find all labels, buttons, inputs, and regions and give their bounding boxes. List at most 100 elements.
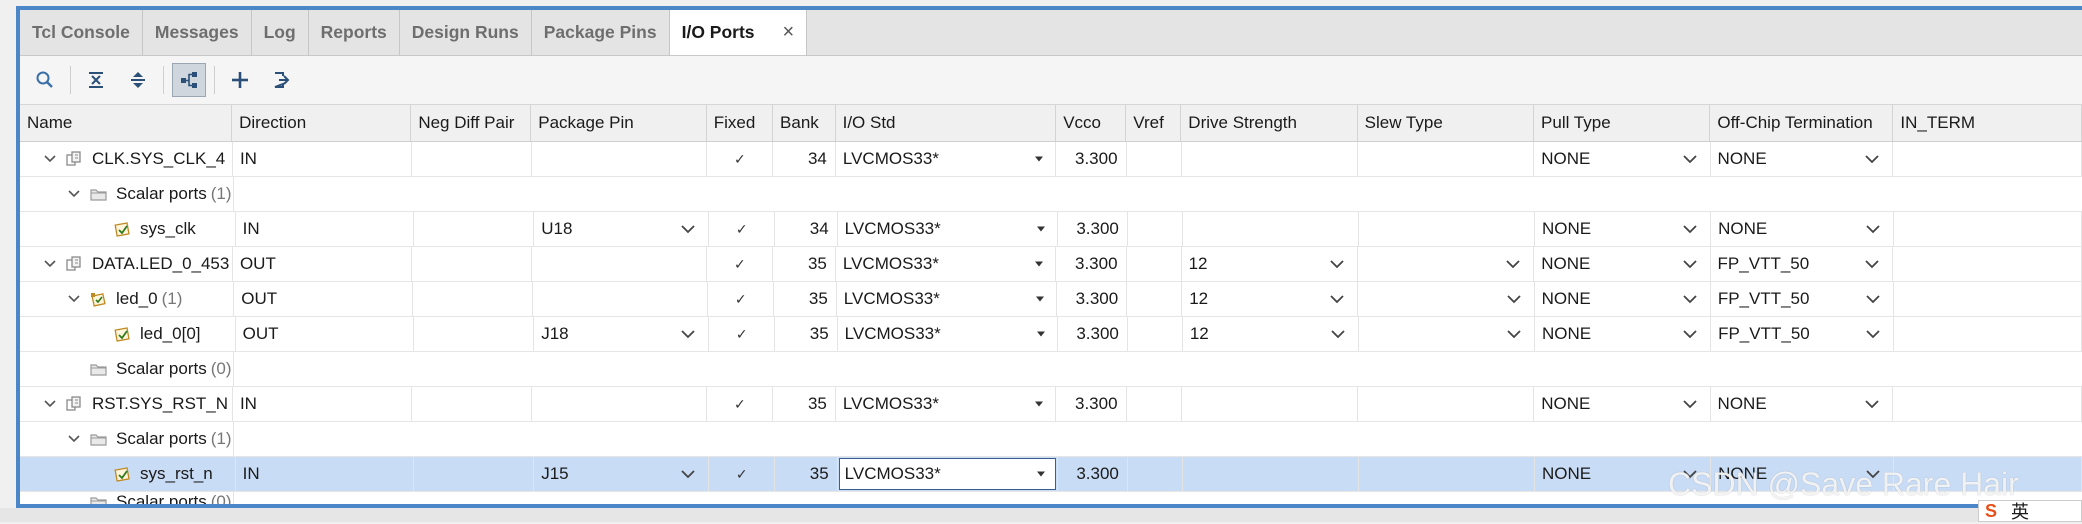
chevron-down-icon[interactable] [1329,259,1345,269]
cell-pull-type[interactable]: NONE [1535,282,1711,316]
cell-package-pin[interactable]: J15 [534,457,710,491]
table-row[interactable]: led_0 (1) OUT ✓ 35 LVCMOS33* 3.300 12 NONE FP_VTT… [20,282,2082,317]
chevron-down-icon[interactable] [1506,329,1522,339]
chevron-down-icon[interactable] [1865,224,1881,234]
cell-io-std[interactable]: LVCMOS33* [838,457,1058,491]
tab-reports[interactable]: Reports [309,10,400,55]
cell-io-std[interactable]: LVCMOS33* [836,142,1057,176]
cell-drive-strength[interactable]: 12 [1182,247,1358,281]
cell-io-std[interactable]: LVCMOS33* [838,212,1058,246]
cell-off-chip-termination[interactable]: NONE [1711,212,1894,246]
chevron-down-icon[interactable] [1506,294,1522,304]
dropdown-arrow-icon[interactable] [1036,471,1045,477]
column-header-off-chip-termination[interactable]: Off-Chip Termination [1710,105,1894,141]
expand-chevron-icon[interactable] [42,256,58,272]
cell-drive-strength[interactable]: 12 [1183,317,1359,351]
column-header-bank[interactable]: Bank [773,105,836,141]
column-header-in-term[interactable]: IN_TERM [1893,105,2082,141]
cell-off-chip-termination[interactable]: FP_VTT_50 [1711,247,1894,281]
expand-chevron-icon[interactable] [66,431,82,447]
column-header-vcco[interactable]: Vcco [1056,105,1127,141]
dropdown-arrow-icon[interactable] [1036,226,1045,232]
cell-off-chip-termination[interactable]: FP_VTT_50 [1711,317,1894,351]
column-header-pull-type[interactable]: Pull Type [1534,105,1711,141]
add-button[interactable] [223,63,257,97]
tab-messages[interactable]: Messages [143,10,252,55]
cell-off-chip-termination[interactable]: NONE [1711,387,1894,421]
cell-io-std[interactable]: LVCMOS33* [837,282,1058,316]
chevron-down-icon[interactable] [1864,154,1880,164]
export-button[interactable] [265,63,299,97]
expand-chevron-icon[interactable] [42,396,58,412]
cell-off-chip-termination[interactable]: NONE [1711,142,1894,176]
table-row[interactable]: CLK.SYS_CLK_4 IN ✓ 34 LVCMOS33* 3.300 NONE NONE [20,142,2082,177]
chevron-down-icon[interactable] [1682,294,1698,304]
cell-pull-type[interactable]: NONE [1534,247,1711,281]
table-row[interactable]: Scalar ports (1) [20,422,2082,457]
cell-pull-type[interactable]: NONE [1535,212,1712,246]
column-header-name[interactable]: Name [20,105,233,141]
dropdown-arrow-icon[interactable] [1036,296,1045,302]
chevron-down-icon[interactable] [1865,294,1881,304]
cell-package-pin[interactable]: U18 [534,212,710,246]
column-header-vref[interactable]: Vref [1126,105,1182,141]
tab-tcl-console[interactable]: Tcl Console [20,10,143,55]
cell-drive-strength[interactable]: 12 [1182,282,1359,316]
dropdown-arrow-icon[interactable] [1035,401,1044,407]
expand-all-button[interactable] [121,63,155,97]
cell-pull-type[interactable]: NONE [1535,317,1712,351]
cell-io-std[interactable]: LVCMOS33* [836,247,1057,281]
ime-indicator[interactable]: S 英 [1978,500,2082,522]
cell-io-std[interactable]: LVCMOS33* [838,317,1058,351]
cell-slew-type[interactable] [1358,247,1535,281]
chevron-down-icon[interactable] [1329,294,1345,304]
cell-pull-type[interactable]: NONE [1535,457,1712,491]
expand-chevron-icon[interactable] [42,151,58,167]
chevron-down-icon[interactable] [1682,154,1698,164]
search-button[interactable] [28,63,62,97]
column-header-drive-strength[interactable]: Drive Strength [1181,105,1358,141]
table-row[interactable]: led_0[0] OUT J18 ✓ 35 LVCMOS33* 3.300 12 NONE FP_… [20,317,2082,352]
table-row[interactable]: Scalar ports (1) [20,177,2082,212]
column-header-io-std[interactable]: I/O Std [836,105,1057,141]
cell-slew-type[interactable] [1359,317,1535,351]
chevron-down-icon[interactable] [680,224,696,234]
column-header-fixed[interactable]: Fixed [707,105,774,141]
dropdown-arrow-icon[interactable] [1036,331,1045,337]
column-header-slew-type[interactable]: Slew Type [1358,105,1535,141]
chevron-down-icon[interactable] [1330,329,1346,339]
chevron-down-icon[interactable] [680,329,696,339]
tab-design-runs[interactable]: Design Runs [400,10,532,55]
table-row[interactable]: RST.SYS_RST_N IN ✓ 35 LVCMOS33* 3.300 NONE NONE [20,387,2082,422]
dropdown-arrow-icon[interactable] [1035,156,1044,162]
column-header-direction[interactable]: Direction [232,105,412,141]
cell-pull-type[interactable]: NONE [1534,142,1711,176]
cell-off-chip-termination[interactable]: FP_VTT_50 [1711,282,1894,316]
chevron-down-icon[interactable] [1864,259,1880,269]
chevron-down-icon[interactable] [1682,329,1698,339]
chevron-down-icon[interactable] [1505,259,1521,269]
cell-slew-type[interactable] [1358,282,1535,316]
table-row[interactable]: Scalar ports (0) [20,492,2082,504]
expand-chevron-icon[interactable] [66,186,82,202]
chevron-down-icon[interactable] [1682,224,1698,234]
cell-package-pin[interactable]: J18 [534,317,710,351]
chevron-down-icon[interactable] [1682,399,1698,409]
dropdown-arrow-icon[interactable] [1035,261,1044,267]
chevron-down-icon[interactable] [1682,469,1698,479]
table-row[interactable]: sys_rst_n IN J15 ✓ 35 LVCMOS33* 3.300 NONE NONE [20,457,2082,492]
expand-chevron-icon[interactable] [66,291,82,307]
cell-pull-type[interactable]: NONE [1534,387,1711,421]
chevron-down-icon[interactable] [1682,259,1698,269]
close-tab-icon[interactable]: × [783,21,795,44]
tab-i-o-ports[interactable]: I/O Ports × [669,10,808,55]
collapse-all-button[interactable] [79,63,113,97]
table-row[interactable]: Scalar ports (0) [20,352,2082,387]
tab-log[interactable]: Log [252,10,309,55]
table-row[interactable]: sys_clk IN U18 ✓ 34 LVCMOS33* 3.300 NONE NONE [20,212,2082,247]
chevron-down-icon[interactable] [680,469,696,479]
chevron-down-icon[interactable] [1865,329,1881,339]
chevron-down-icon[interactable] [1864,399,1880,409]
cell-off-chip-termination[interactable]: NONE [1711,457,1894,491]
column-header-package-pin[interactable]: Package Pin [531,105,707,141]
